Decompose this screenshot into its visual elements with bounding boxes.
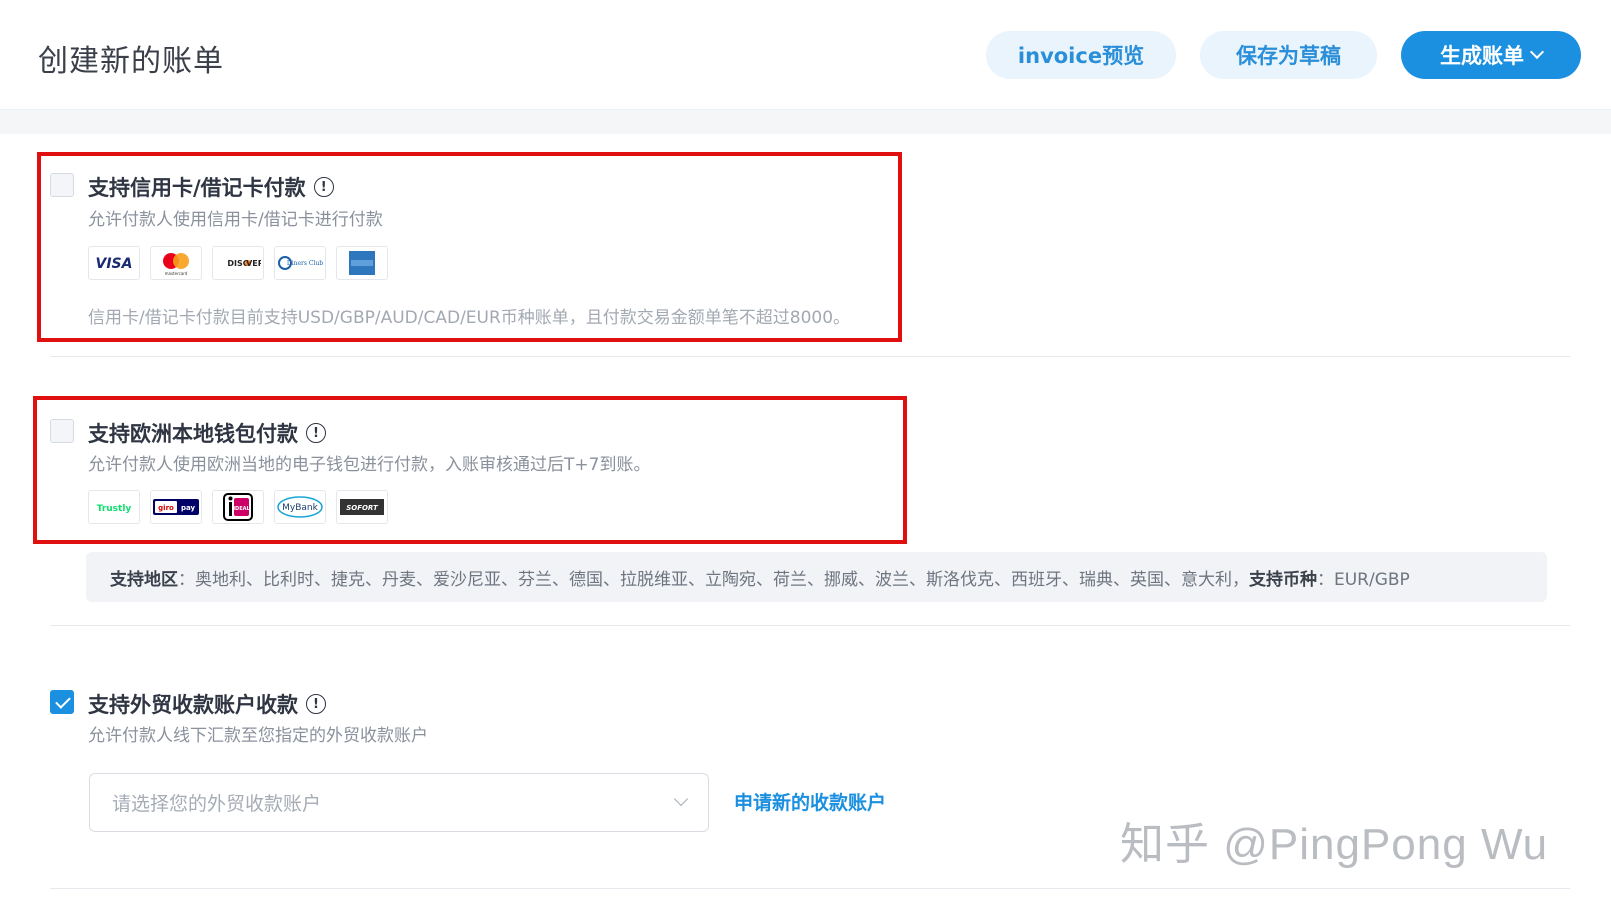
header-separator <box>0 110 1611 134</box>
section-divider <box>50 888 1570 889</box>
bank-account-description: 允许付款人线下汇款至您指定的外贸收款账户 <box>88 726 428 746</box>
highlight-box-card <box>37 152 902 342</box>
apply-new-account-link[interactable]: 申请新的收款账户 <box>734 788 886 815</box>
invoice-preview-button[interactable]: invoice预览 <box>986 31 1176 79</box>
section-divider <box>50 625 1570 626</box>
watermark: 知乎 @PingPong Wu <box>1120 820 1549 869</box>
bank-account-title: 支持外贸收款账户收款 ! <box>88 689 326 719</box>
supported-regions-bar: 支持地区 ：奥地利、比利时、捷克、丹麦、爱沙尼亚、芬兰、德国、拉脱维亚、立陶宛、… <box>86 552 1547 602</box>
highlight-box-wallet <box>33 396 907 544</box>
select-placeholder: 请选择您的外贸收款账户 <box>112 793 322 815</box>
region-label: 支持地区 <box>110 569 178 590</box>
info-icon[interactable]: ! <box>306 694 326 714</box>
bank-account-select[interactable]: 请选择您的外贸收款账户 <box>89 773 709 832</box>
page-header: 创建新的账单 invoice预览 保存为草稿 生成账单 <box>0 0 1611 110</box>
bank-account-title-text: 支持外贸收款账户收款 <box>88 693 298 717</box>
chevron-down-icon <box>1529 44 1545 60</box>
region-list: ：奥地利、比利时、捷克、丹麦、爱沙尼亚、芬兰、德国、拉脱维亚、立陶宛、荷兰、挪威… <box>178 569 1249 590</box>
save-draft-button[interactable]: 保存为草稿 <box>1200 31 1377 79</box>
currency-list: ：EUR/GBP <box>1317 569 1410 590</box>
bank-account-checkbox[interactable] <box>50 690 74 714</box>
page-title: 创建新的账单 <box>38 44 224 79</box>
chevron-down-icon <box>673 791 689 807</box>
generate-invoice-button[interactable]: 生成账单 <box>1401 31 1581 79</box>
generate-invoice-label: 生成账单 <box>1440 44 1524 68</box>
section-divider <box>50 356 1570 357</box>
currency-label: 支持币种 <box>1249 569 1317 590</box>
